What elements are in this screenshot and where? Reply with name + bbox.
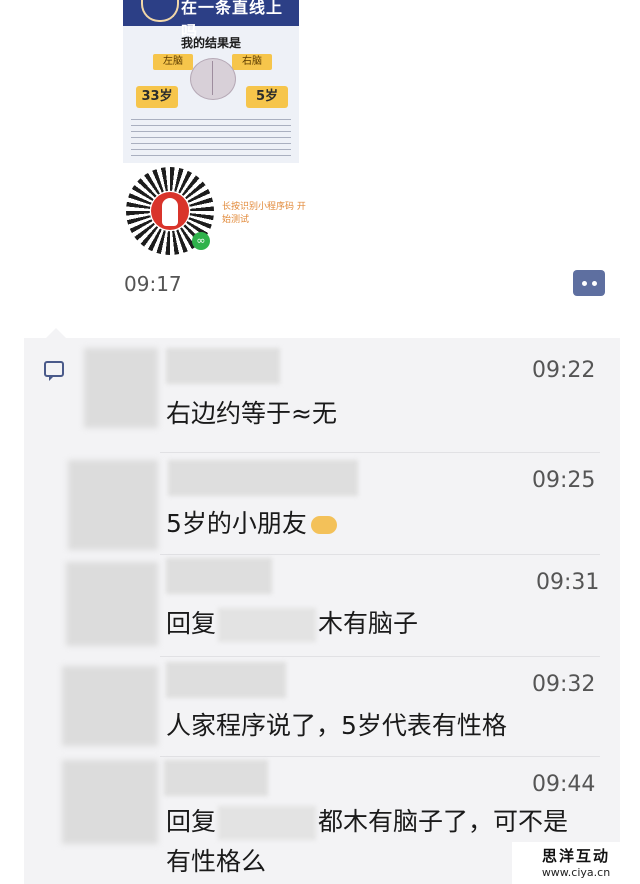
comment-text[interactable]: 右边约等于≈无 [166,394,337,430]
shared-poster-image[interactable]: 在一条直线上吗 我的结果是 左脑 右脑 33岁 5岁 [123,0,299,163]
comment-text: 5岁的小朋友 [166,509,307,538]
comment-text[interactable]: 人家程序说了，5岁代表有性格 [166,706,507,742]
comment-time: 09:31 [536,570,600,595]
avatar[interactable] [68,460,158,550]
comment-text: 木有脑子 [318,609,419,638]
comment-time: 09:44 [532,772,596,797]
comment-time: 09:25 [532,468,596,493]
brain-icon [190,58,236,100]
post-time: 09:17 [124,272,182,296]
divider [160,756,600,757]
mini-program-badge-icon: ∞ [192,232,210,250]
commenter-name[interactable] [166,558,272,594]
commenter-name[interactable] [166,348,280,384]
mini-program-logo-icon [151,192,189,230]
reply-prefix: 回复 [166,807,217,836]
divider [160,656,600,657]
watermark-url: www.ciya.cn [541,866,611,879]
divider [160,452,600,453]
avatar[interactable] [66,562,158,646]
reply-prefix: 回复 [166,609,217,638]
mini-program-caption: 长按识别小程序码 开始测试 [222,202,306,225]
handshake-emoji-icon [310,516,337,534]
watermark-title: 思洋互动 [541,847,610,865]
commenter-name[interactable] [168,460,358,496]
left-brain-label: 左脑 [153,54,193,70]
divider [160,554,600,555]
comment-more-button[interactable] [573,270,605,296]
poster-banner: 在一条直线上吗 [123,0,299,41]
right-brain-age: 5岁 [246,86,288,108]
comment-row[interactable]: 回复 木有脑子 [166,604,418,642]
avatar[interactable] [62,666,158,746]
right-brain-label: 右脑 [232,54,272,70]
dot-icon [582,281,587,286]
comment-time: 09:32 [532,672,596,697]
comment-row[interactable]: 5岁的小朋友 [166,504,337,540]
commenter-name[interactable] [164,760,268,796]
commenter-name[interactable] [166,662,286,698]
left-brain-age: 33岁 [136,86,178,108]
avatar[interactable] [62,760,158,844]
poster-result-title: 我的结果是 [180,36,241,50]
dot-icon [592,281,597,286]
redacted-username [218,806,317,840]
comment-icon [44,361,64,381]
redacted-username [218,608,317,642]
avatar[interactable] [84,348,158,428]
watermark: 思洋互动 www.ciya.cn [512,842,640,884]
face-illustration-icon [141,0,179,22]
poster-description-text [131,117,291,157]
comment-time: 09:22 [532,358,596,383]
